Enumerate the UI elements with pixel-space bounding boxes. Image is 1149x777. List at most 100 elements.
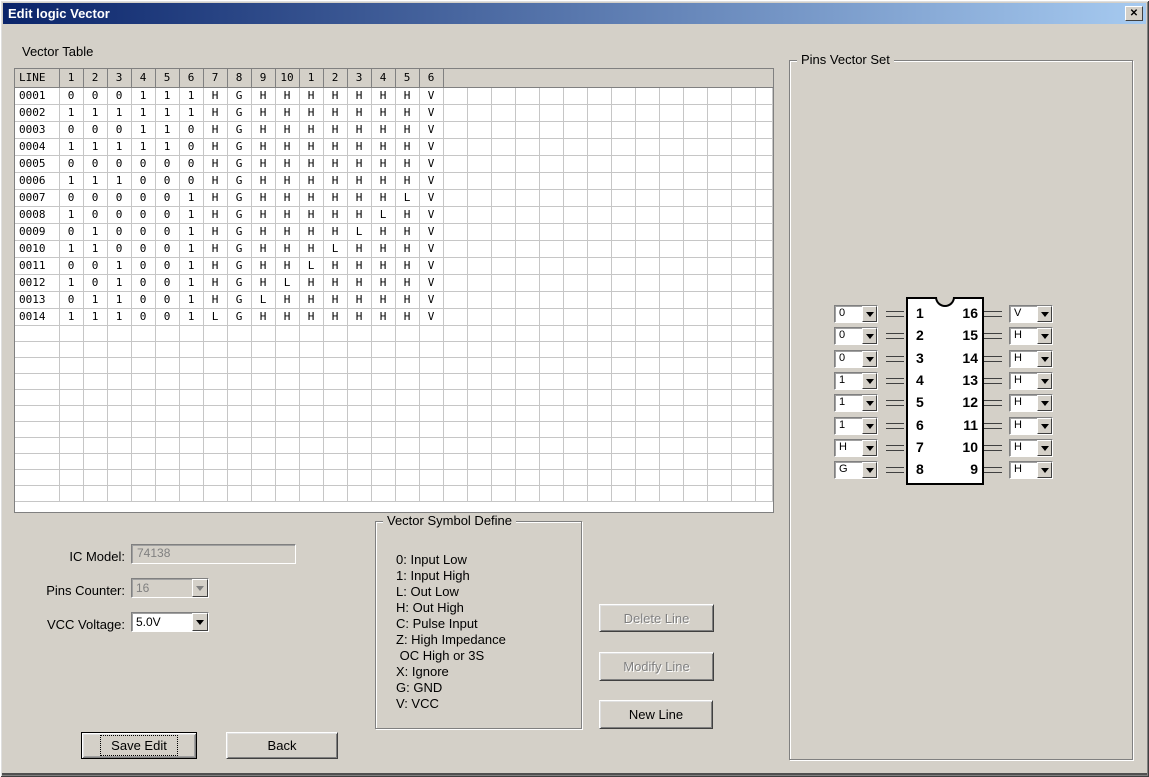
column-header[interactable]: 5 [155, 69, 179, 87]
empty-row[interactable] [15, 469, 773, 485]
pin-6-dropdown-button[interactable] [862, 418, 877, 434]
empty-cell [467, 104, 491, 121]
pin-16-combo[interactable]: V [1009, 305, 1053, 323]
vector-row[interactable]: 0009010001HGHHHHLHHV [15, 223, 773, 240]
vector-row[interactable]: 0005000000HGHHHHHHHV [15, 155, 773, 172]
column-header[interactable]: 1 [59, 69, 83, 87]
vector-row[interactable]: 0003000110HGHHHHHHHV [15, 121, 773, 138]
column-header[interactable]: 8 [227, 69, 251, 87]
pins-counter-dropdown-button[interactable] [192, 579, 208, 597]
delete-line-button[interactable]: Delete Line [599, 604, 714, 632]
empty-row[interactable] [15, 373, 773, 389]
vector-cell: 0 [131, 155, 155, 172]
column-header[interactable]: 5 [395, 69, 419, 87]
empty-row[interactable] [15, 405, 773, 421]
pin-12-dropdown-button[interactable] [1037, 395, 1052, 411]
pin-11-combo[interactable]: H [1009, 417, 1053, 435]
column-header[interactable]: 3 [347, 69, 371, 87]
pin-10-combo[interactable]: H [1009, 439, 1053, 457]
empty-cell [563, 389, 587, 405]
pin-3-combo[interactable]: 0 [834, 350, 878, 368]
vector-row[interactable]: 0010110001HGHHHLHHHV [15, 240, 773, 257]
empty-row[interactable] [15, 325, 773, 341]
pin-6-combo[interactable]: 1 [834, 417, 878, 435]
column-header[interactable]: 9 [251, 69, 275, 87]
empty-row[interactable] [15, 357, 773, 373]
empty-row[interactable] [15, 421, 773, 437]
pin-16-dropdown-button[interactable] [1037, 306, 1052, 322]
empty-cell [635, 240, 659, 257]
pin-5-dropdown-button[interactable] [862, 395, 877, 411]
empty-row[interactable] [15, 341, 773, 357]
pin-9-dropdown-button[interactable] [1037, 462, 1052, 478]
vector-row[interactable]: 0006111000HGHHHHHHHV [15, 172, 773, 189]
vector-row[interactable]: 0012101001HGHLHHHHHV [15, 274, 773, 291]
pin-13-dropdown-button[interactable] [1037, 373, 1052, 389]
pins-counter-combo[interactable]: 16 [131, 578, 209, 598]
empty-row[interactable] [15, 453, 773, 469]
vector-cell: V [419, 223, 443, 240]
pin-13-combo[interactable]: H [1009, 372, 1053, 390]
vector-table-grid[interactable]: LINE123456789101234560001000111HGHHHHHHH… [14, 68, 774, 513]
column-header[interactable]: 3 [107, 69, 131, 87]
vector-row[interactable]: 0008100001HGHHHHHLHV [15, 206, 773, 223]
pin-8-combo[interactable]: G [834, 461, 878, 479]
vector-row[interactable]: 0007000001HGHHHHHHLV [15, 189, 773, 206]
pin-2-combo[interactable]: 0 [834, 327, 878, 345]
vector-row[interactable]: 0001000111HGHHHHHHHV [15, 87, 773, 104]
close-button[interactable]: ✕ [1125, 6, 1143, 21]
empty-row[interactable] [15, 389, 773, 405]
pin-14-combo[interactable]: H [1009, 350, 1053, 368]
pin-8-dropdown-button[interactable] [862, 462, 877, 478]
pin-3-dropdown-button[interactable] [862, 351, 877, 367]
pin-1-dropdown-button[interactable] [862, 306, 877, 322]
pin-11-dropdown-button[interactable] [1037, 418, 1052, 434]
pin-15-dropdown-button[interactable] [1037, 328, 1052, 344]
pin-15-combo[interactable]: H [1009, 327, 1053, 345]
vector-row[interactable]: 0011001001HGHHLHHHHV [15, 257, 773, 274]
vector-cell: H [299, 155, 323, 172]
empty-cell [155, 357, 179, 373]
vector-row[interactable]: 0004111110HGHHHHHHHV [15, 138, 773, 155]
column-header[interactable]: 10 [275, 69, 299, 87]
pin-5-combo[interactable]: 1 [834, 394, 878, 412]
empty-cell [707, 274, 731, 291]
pin-4-combo[interactable]: 1 [834, 372, 878, 390]
column-header[interactable]: 4 [371, 69, 395, 87]
empty-cell [491, 189, 515, 206]
vector-cell: 0 [155, 291, 179, 308]
vector-row[interactable]: 0013011001HGLHHHHHHV [15, 291, 773, 308]
pin-4-dropdown-button[interactable] [862, 373, 877, 389]
empty-cell [347, 405, 371, 421]
modify-line-button[interactable]: Modify Line [599, 652, 714, 681]
pin-9-combo[interactable]: H [1009, 461, 1053, 479]
pin-7-combo[interactable]: H [834, 439, 878, 457]
empty-row[interactable] [15, 485, 773, 501]
column-header[interactable]: 4 [131, 69, 155, 87]
pin-10-dropdown-button[interactable] [1037, 440, 1052, 456]
column-header[interactable]: 6 [179, 69, 203, 87]
vector-cell: H [371, 189, 395, 206]
column-header[interactable]: 7 [203, 69, 227, 87]
new-line-button[interactable]: New Line [599, 700, 713, 729]
save-edit-button[interactable]: Save Edit [81, 732, 197, 759]
vector-row[interactable]: 0002111111HGHHHHHHHV [15, 104, 773, 121]
column-header[interactable]: 2 [323, 69, 347, 87]
column-header[interactable]: 2 [83, 69, 107, 87]
pin-12-combo[interactable]: H [1009, 394, 1053, 412]
pin-1-combo[interactable]: 0 [834, 305, 878, 323]
vector-table[interactable]: LINE123456789101234560001000111HGHHHHHHH… [15, 69, 773, 502]
back-button[interactable]: Back [226, 732, 338, 759]
ic-model-field[interactable]: 74138 [131, 544, 296, 564]
pin-7-dropdown-button[interactable] [862, 440, 877, 456]
pin-2-dropdown-button[interactable] [862, 328, 877, 344]
column-header[interactable]: 6 [419, 69, 443, 87]
vcc-voltage-combo[interactable]: 5.0V [131, 612, 209, 632]
vector-cell: H [323, 87, 347, 104]
pin-14-dropdown-button[interactable] [1037, 351, 1052, 367]
vcc-voltage-dropdown-button[interactable] [192, 613, 208, 631]
column-header[interactable]: 1 [299, 69, 323, 87]
empty-row[interactable] [15, 437, 773, 453]
column-header[interactable]: LINE [15, 69, 59, 87]
vector-row[interactable]: 0014111001LGHHHHHHHV [15, 308, 773, 325]
